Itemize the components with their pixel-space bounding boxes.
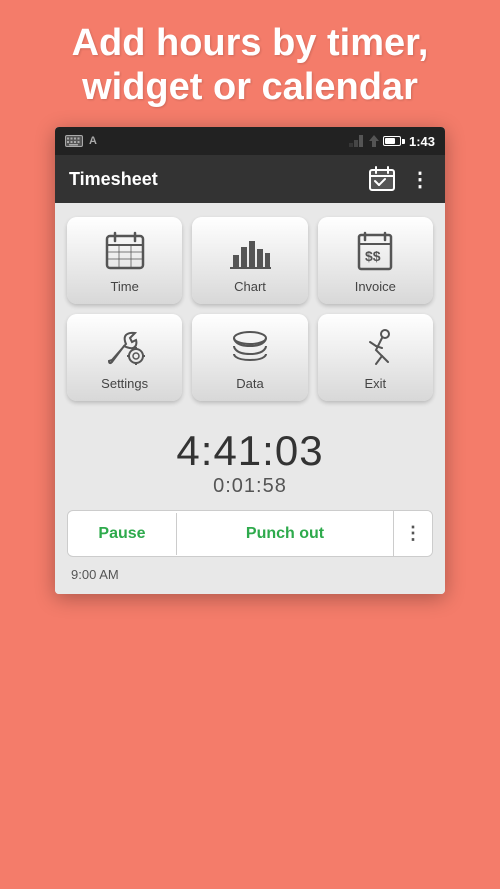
- action-bar: Pause Punch out ⋮: [67, 510, 433, 557]
- entry-start-time: 9:00 AM: [67, 567, 433, 582]
- timer-main: 4:41:03: [67, 427, 433, 475]
- time-icon: [103, 231, 147, 271]
- phone-frame: A 1:43 Timesheet: [55, 127, 445, 594]
- invoice-icon: $$: [353, 231, 397, 271]
- invoice-button[interactable]: $$ Invoice: [318, 217, 433, 304]
- data-signal-icon: [369, 135, 379, 147]
- status-icons: 1:43: [349, 134, 435, 149]
- invoice-button-label: Invoice: [355, 279, 396, 294]
- settings-button-label: Settings: [101, 376, 148, 391]
- action-more-button[interactable]: ⋮: [393, 511, 432, 556]
- exit-button-label: Exit: [364, 376, 386, 391]
- toolbar-icons: ⋮: [368, 165, 431, 193]
- time-button-label: Time: [110, 279, 138, 294]
- battery-icon: [383, 136, 405, 146]
- chart-icon: [228, 231, 272, 271]
- keyboard-icon: [65, 135, 83, 147]
- hero-text: Add hours by timer, widget or calendar: [42, 0, 459, 127]
- status-bar: A 1:43: [55, 127, 445, 155]
- app-title: Timesheet: [69, 169, 158, 190]
- timer-sub: 0:01:58: [67, 475, 433, 498]
- time-button[interactable]: Time: [67, 217, 182, 304]
- calendar-icon: [369, 166, 395, 192]
- data-button-label: Data: [236, 376, 263, 391]
- svg-text:$$: $$: [365, 248, 381, 264]
- data-icon: [228, 328, 272, 368]
- chart-button[interactable]: Chart: [192, 217, 307, 304]
- timer-section: 4:41:03 0:01:58: [67, 417, 433, 510]
- settings-button[interactable]: Settings: [67, 314, 182, 401]
- status-left: A: [65, 135, 97, 147]
- status-time: 1:43: [409, 134, 435, 149]
- overflow-menu-button[interactable]: ⋮: [410, 167, 431, 192]
- hero-line2: widget or calendar: [82, 66, 418, 108]
- chart-button-label: Chart: [234, 279, 266, 294]
- settings-icon: [103, 328, 147, 368]
- input-method-icon: A: [89, 135, 97, 147]
- hero-line1: Add hours by timer,: [72, 22, 429, 64]
- pause-button[interactable]: Pause: [68, 513, 177, 555]
- exit-button[interactable]: Exit: [318, 314, 433, 401]
- app-toolbar: Timesheet ⋮: [55, 155, 445, 203]
- data-button[interactable]: Data: [192, 314, 307, 401]
- signal-icon: [349, 135, 365, 147]
- punch-out-button[interactable]: Punch out: [177, 513, 393, 555]
- main-content: Time Chart: [55, 203, 445, 594]
- calendar-button[interactable]: [368, 165, 396, 193]
- menu-grid: Time Chart: [67, 217, 433, 401]
- exit-icon: [353, 328, 397, 368]
